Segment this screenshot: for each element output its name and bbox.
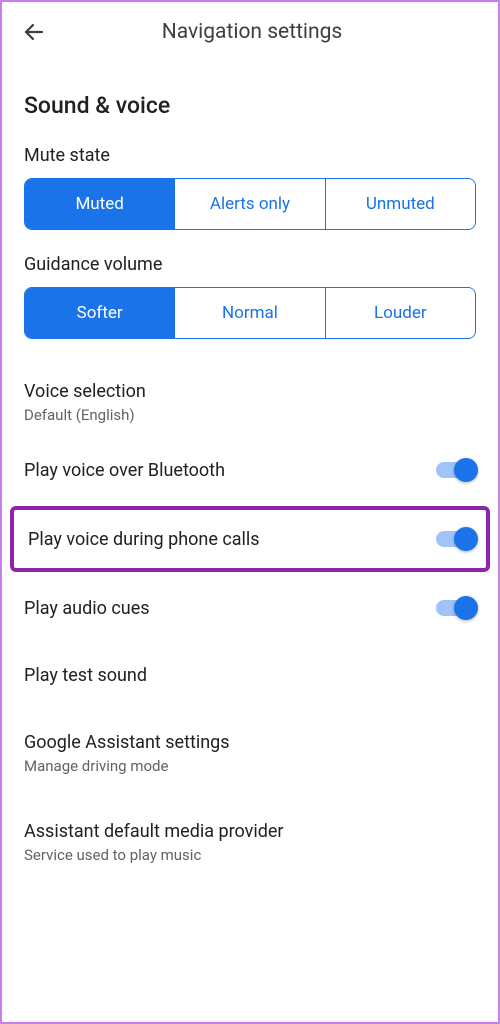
media-provider-sub: Service used to play music <box>24 846 284 864</box>
assistant-settings-sub: Manage driving mode <box>24 757 230 775</box>
header: Navigation settings <box>2 2 498 54</box>
test-sound-title: Play test sound <box>24 665 147 686</box>
row-play-voice-bluetooth[interactable]: Play voice over Bluetooth <box>24 436 476 504</box>
row-assistant-default-media-provider[interactable]: Assistant default media provider Service… <box>24 798 476 864</box>
row-play-voice-during-calls[interactable]: Play voice during phone calls <box>10 506 490 572</box>
voice-selection-title: Voice selection <box>24 381 146 402</box>
seg-alerts-only[interactable]: Alerts only <box>174 179 324 229</box>
row-google-assistant-settings[interactable]: Google Assistant settings Manage driving… <box>24 709 476 798</box>
row-play-test-sound[interactable]: Play test sound <box>24 642 476 709</box>
back-arrow-icon[interactable] <box>22 20 46 44</box>
mute-state-label: Mute state <box>24 145 476 166</box>
toggle-bluetooth[interactable] <box>436 459 476 481</box>
during-calls-title: Play voice during phone calls <box>28 529 260 550</box>
assistant-settings-title: Google Assistant settings <box>24 732 230 753</box>
audio-cues-title: Play audio cues <box>24 598 150 619</box>
seg-muted[interactable]: Muted <box>25 179 174 229</box>
toggle-during-calls[interactable] <box>436 528 476 550</box>
guidance-volume-label: Guidance volume <box>24 254 476 275</box>
voice-selection-sub: Default (English) <box>24 406 146 424</box>
section-sound-voice: Sound & voice <box>24 92 476 119</box>
media-provider-title: Assistant default media provider <box>24 821 284 842</box>
seg-louder[interactable]: Louder <box>325 288 475 338</box>
guidance-volume-group: Softer Normal Louder <box>24 287 476 339</box>
toggle-audio-cues[interactable] <box>436 597 476 619</box>
row-play-audio-cues[interactable]: Play audio cues <box>24 574 476 642</box>
bluetooth-title: Play voice over Bluetooth <box>24 460 225 481</box>
seg-softer[interactable]: Softer <box>25 288 174 338</box>
page-title: Navigation settings <box>46 20 482 44</box>
mute-state-group: Muted Alerts only Unmuted <box>24 178 476 230</box>
seg-unmuted[interactable]: Unmuted <box>325 179 475 229</box>
row-voice-selection[interactable]: Voice selection Default (English) <box>24 363 476 436</box>
seg-normal[interactable]: Normal <box>174 288 324 338</box>
